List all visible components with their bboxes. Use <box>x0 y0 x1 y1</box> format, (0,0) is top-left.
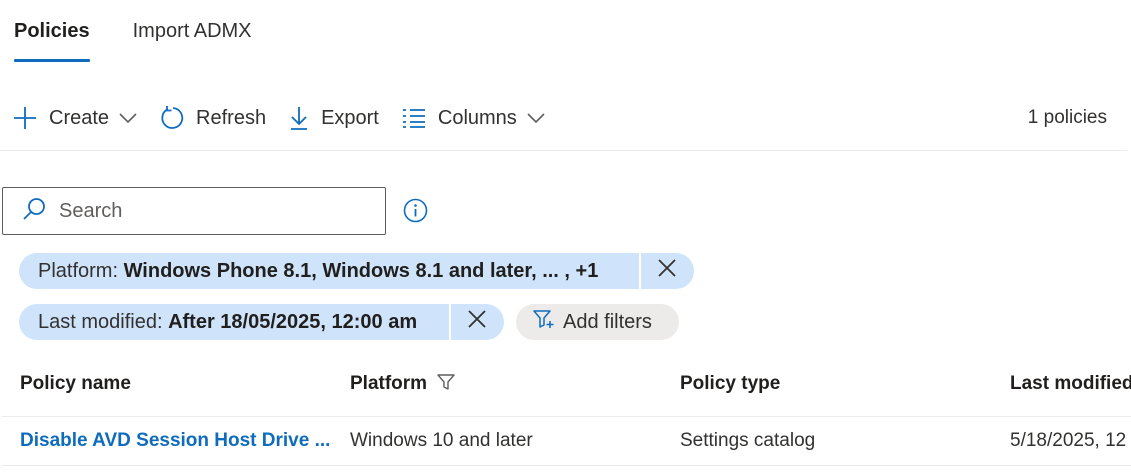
filter-add-icon <box>533 309 555 335</box>
tab-import-admx[interactable]: Import ADMX <box>133 0 252 62</box>
column-header-policy-type[interactable]: Policy type <box>680 373 780 395</box>
platform-filter-key: Platform: <box>38 259 119 282</box>
remove-last-modified-filter-button[interactable] <box>449 304 502 340</box>
tab-bar: Policies Import ADMX <box>14 0 252 62</box>
header-divider <box>2 416 1131 417</box>
columns-list-icon <box>401 107 427 129</box>
refresh-button[interactable]: Refresh <box>159 105 266 131</box>
platform-filter-value: Windows Phone 8.1, Windows 8.1 and later… <box>123 259 599 282</box>
export-button[interactable]: Export <box>288 105 379 131</box>
create-button[interactable]: Create <box>12 105 137 131</box>
last-modified-filter-pill[interactable]: Last modified: After 18/05/2025, 12:00 a… <box>19 304 504 340</box>
filter-icon[interactable] <box>437 373 455 397</box>
policy-last-modified-cell: 5/18/2025, 12 <box>1010 430 1127 451</box>
create-label: Create <box>49 106 110 129</box>
add-filters-label: Add filters <box>563 310 652 333</box>
plus-icon <box>12 105 38 131</box>
refresh-label: Refresh <box>196 106 267 129</box>
search-input[interactable]: Search <box>2 187 386 235</box>
column-header-policy-name[interactable]: Policy name <box>20 373 131 395</box>
column-header-platform-label: Platform <box>350 373 428 394</box>
export-label: Export <box>321 106 379 129</box>
toolbar-divider <box>0 150 1127 151</box>
search-placeholder: Search <box>59 199 123 222</box>
policy-platform-cell: Windows 10 and later <box>350 430 533 451</box>
command-bar: Create Refresh Export Columns 1 policies <box>12 98 1107 138</box>
columns-button[interactable]: Columns <box>401 107 545 130</box>
refresh-icon <box>159 105 185 131</box>
close-icon <box>467 309 487 335</box>
info-icon[interactable] <box>403 198 428 228</box>
policy-type-cell: Settings catalog <box>680 430 816 451</box>
row-divider <box>2 465 1131 466</box>
chevron-down-icon <box>119 112 137 124</box>
column-header-platform[interactable]: Platform <box>350 373 455 397</box>
last-modified-filter-text: Last modified: After 18/05/2025, 12:00 a… <box>19 311 449 334</box>
remove-platform-filter-button[interactable] <box>639 253 692 289</box>
platform-filter-pill[interactable]: Platform: Windows Phone 8.1, Windows 8.1… <box>19 253 694 289</box>
last-modified-filter-value: After 18/05/2025, 12:00 am <box>168 310 418 333</box>
last-modified-filter-key: Last modified: <box>38 310 163 333</box>
download-icon <box>288 105 310 131</box>
chevron-down-icon <box>527 112 545 124</box>
platform-filter-text: Platform: Windows Phone 8.1, Windows 8.1… <box>19 260 639 283</box>
add-filters-button[interactable]: Add filters <box>516 304 679 340</box>
column-header-last-modified[interactable]: Last modified <box>1010 373 1131 395</box>
policy-name-link[interactable]: Disable AVD Session Host Drive ... <box>20 430 330 452</box>
search-icon <box>21 196 47 227</box>
columns-label: Columns <box>437 106 517 129</box>
close-icon <box>657 258 677 284</box>
tab-policies[interactable]: Policies <box>14 0 90 62</box>
policy-count: 1 policies <box>1027 107 1107 128</box>
